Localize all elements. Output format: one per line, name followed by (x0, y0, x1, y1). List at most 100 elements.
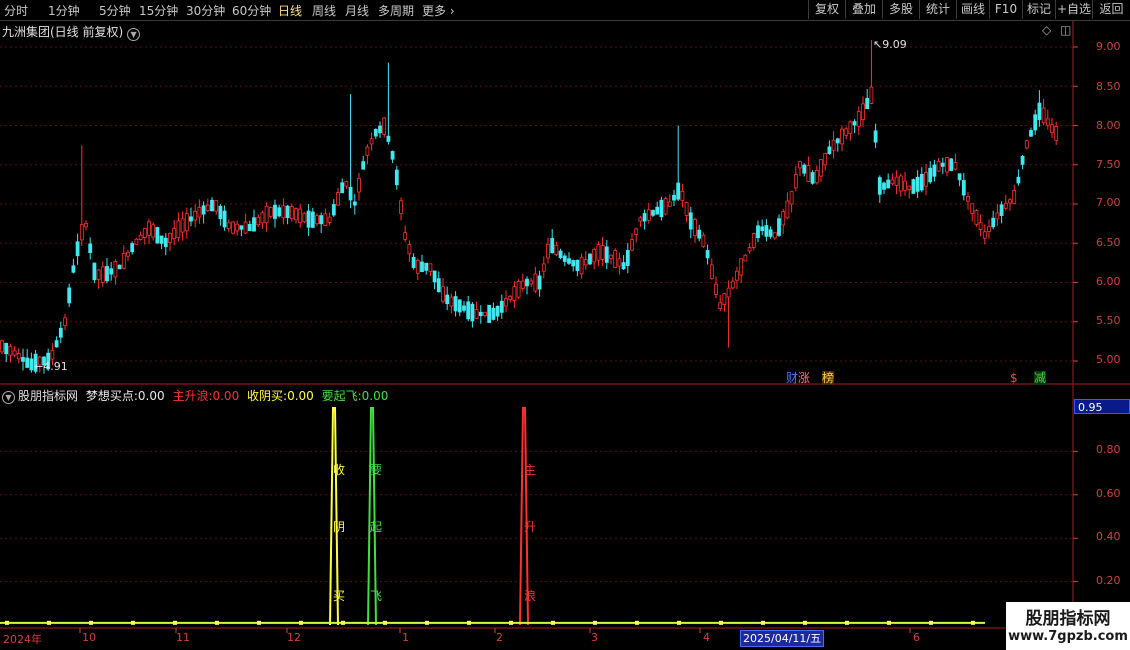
period-daily[interactable]: 日线 (278, 2, 302, 19)
candle-body (1045, 118, 1050, 126)
candle-body (462, 305, 466, 311)
candle-body (1016, 176, 1021, 184)
candle-body (420, 261, 424, 272)
stock-title-text: 九洲集团(日线 前复权) (2, 25, 124, 39)
cursor-date: 2025/04/11/五 (740, 630, 825, 647)
candle-body (991, 217, 996, 228)
adjust-button[interactable]: 复权 (808, 0, 845, 19)
candle-body (71, 265, 76, 273)
signal-char: 飞 (370, 589, 383, 603)
multi-stock-button[interactable]: 多股 (882, 0, 919, 19)
period-1min[interactable]: 1分钟 (48, 2, 80, 19)
candle-body (483, 311, 487, 316)
candle-body (411, 256, 416, 268)
indicator-series-value: 0.00 (361, 389, 389, 403)
candle-body (1008, 199, 1012, 204)
candle-body (592, 249, 597, 263)
price-tick: 7.00 (1096, 196, 1121, 209)
period-monthly[interactable]: 月线 (345, 2, 369, 19)
candle-body (726, 287, 731, 298)
back-button[interactable]: 返回 (1092, 0, 1130, 19)
candle-body (882, 182, 886, 190)
candle-body (184, 213, 189, 232)
candle-body (541, 263, 546, 272)
signal-char: 浪 (524, 589, 537, 603)
candle-body (840, 128, 844, 145)
candle-body (357, 177, 361, 193)
baseline-marker (845, 620, 849, 625)
candle-body (898, 175, 903, 192)
candle-body (117, 264, 122, 270)
candle-body (373, 129, 378, 137)
candle-body (273, 204, 277, 219)
finance-tag[interactable]: 财 (786, 371, 798, 385)
candle-body (327, 216, 332, 223)
candle-body (470, 303, 475, 322)
period-more[interactable]: 更多 › (422, 2, 455, 19)
indicator-series-label: 主升浪: (172, 389, 213, 403)
candle-body (168, 233, 172, 243)
diamond-icon[interactable]: ◇ (1042, 23, 1051, 37)
signal-char: 主 (524, 463, 537, 477)
ranking-tag[interactable]: 榜 (822, 371, 835, 385)
candle-body (596, 244, 601, 261)
candle-body (63, 317, 67, 327)
period-30min[interactable]: 30分钟 (186, 2, 225, 19)
kline-chart[interactable] (0, 21, 1130, 650)
candle-body (504, 298, 508, 307)
candle-body (638, 217, 643, 222)
indicator-series-label: 梦想买点: (85, 389, 138, 403)
baseline-marker (551, 620, 555, 625)
candle-body (201, 205, 206, 215)
overlay-button[interactable]: 叠加 (845, 0, 882, 19)
panel-toggle-icon[interactable]: ◫ (1060, 23, 1071, 37)
period-15min[interactable]: 15分钟 (139, 2, 178, 19)
chevron-down-icon[interactable]: ▼ (127, 28, 141, 41)
candle-body (512, 286, 517, 301)
candle-body (424, 262, 429, 271)
chevron-right-icon: › (449, 4, 455, 18)
candle-body (180, 218, 185, 233)
candle-body (642, 213, 647, 222)
candle-body (109, 268, 114, 275)
period-60min[interactable]: 60分钟 (232, 2, 271, 19)
candle-body (579, 256, 584, 275)
candle-body (684, 202, 689, 216)
period-intraday[interactable]: 分时 (4, 2, 28, 19)
candle-body (126, 251, 130, 257)
candle-body (331, 204, 336, 216)
add-watchlist-button[interactable]: +自选 (1055, 0, 1092, 19)
dollar-tag[interactable]: $ (1010, 371, 1018, 385)
candle-body (966, 196, 970, 202)
indicator-name: 股朋指标网 (18, 389, 79, 403)
date-tick: 4 (703, 631, 710, 644)
candle-body (672, 194, 676, 201)
draw-line-button[interactable]: 画线 (956, 0, 989, 19)
candle-body (928, 167, 933, 183)
candle-body (365, 146, 370, 156)
candle-body (113, 261, 118, 278)
baseline-marker (719, 620, 723, 625)
rise-tag[interactable]: 涨 (798, 371, 810, 385)
price-tick: 8.00 (1096, 119, 1121, 132)
price-tick: 7.50 (1096, 158, 1121, 171)
candle-body (869, 86, 874, 104)
f10-button[interactable]: F10 (989, 0, 1022, 19)
indicator-tick: 0.60 (1096, 487, 1121, 500)
mark-button[interactable]: 标记 (1022, 0, 1055, 19)
period-multi[interactable]: 多周期 (378, 2, 414, 19)
statistics-button[interactable]: 统计 (919, 0, 956, 19)
indicator-tick: 0.40 (1096, 530, 1121, 543)
reduce-tag[interactable]: 减 (1034, 371, 1047, 385)
candle-body (940, 162, 945, 167)
candle-body (281, 205, 286, 219)
period-weekly[interactable]: 周线 (312, 2, 336, 19)
candle-body (147, 221, 151, 236)
chevron-down-icon[interactable]: ▼ (2, 388, 15, 404)
period-5min[interactable]: 5分钟 (99, 2, 131, 19)
candle-body (777, 218, 781, 236)
indicator-series-value: 0.00 (287, 389, 314, 403)
baseline-marker (5, 620, 9, 625)
candle-body (138, 234, 143, 240)
candle-body (88, 243, 93, 254)
